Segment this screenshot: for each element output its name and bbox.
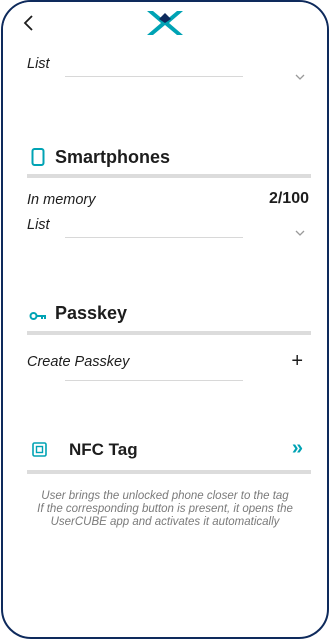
double-chevron-right-icon[interactable]: » bbox=[292, 437, 303, 460]
smartphones-divider bbox=[27, 174, 311, 178]
nfc-title: NFC Tag bbox=[69, 440, 138, 459]
smartphones-list-underline bbox=[65, 237, 243, 238]
create-passkey-underline bbox=[65, 380, 243, 381]
in-memory-value: 2/100 bbox=[268, 190, 309, 207]
nfc-desc-line1: User brings the unlocked phone closer to… bbox=[41, 490, 289, 502]
top-list-label: List bbox=[27, 56, 50, 72]
chevron-left-icon bbox=[23, 15, 33, 31]
nfc-divider bbox=[27, 470, 311, 474]
nfc-desc-line3: UserCUBE app and activates it automatica… bbox=[50, 516, 280, 528]
usercube-logo-icon bbox=[143, 7, 187, 39]
chevron-down-icon[interactable] bbox=[293, 226, 307, 240]
back-button[interactable] bbox=[17, 10, 41, 36]
top-list-underline bbox=[65, 76, 243, 77]
create-passkey-label: Create Passkey bbox=[27, 354, 130, 370]
smartphones-list-label: List bbox=[27, 217, 50, 233]
smartphone-icon bbox=[31, 148, 45, 166]
chevron-down-icon[interactable] bbox=[293, 70, 307, 84]
phone-frame: List Smartphones In memory 2/100 List Pa… bbox=[1, 0, 329, 639]
key-icon bbox=[29, 312, 46, 320]
app-header bbox=[3, 2, 327, 44]
smartphones-title: Smartphones bbox=[55, 147, 171, 167]
nfc-desc-line2: If the corresponding button is present, … bbox=[37, 503, 293, 515]
nfc-tag-icon bbox=[32, 442, 47, 457]
passkey-divider bbox=[27, 331, 311, 335]
create-passkey-button[interactable]: + bbox=[291, 350, 303, 373]
passkey-title: Passkey bbox=[55, 303, 128, 323]
bottom-edge bbox=[3, 629, 327, 637]
nfc-description: User brings the unlocked phone closer to… bbox=[23, 490, 307, 529]
